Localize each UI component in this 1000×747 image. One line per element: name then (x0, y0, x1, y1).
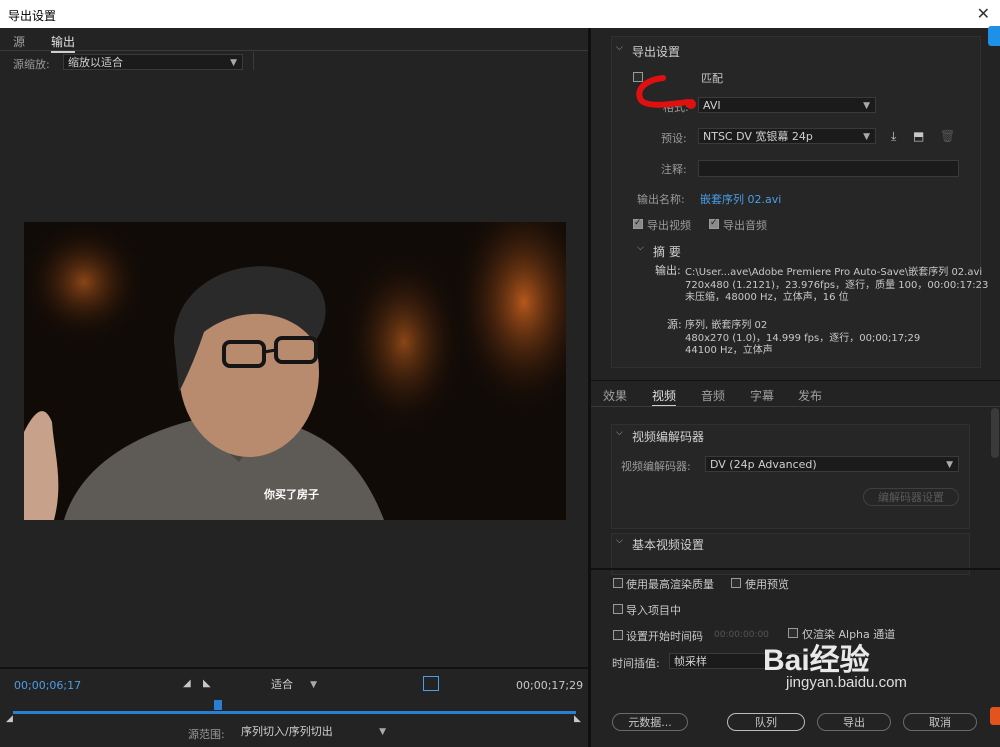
subtitle-text: 你买了房子 (264, 488, 319, 501)
tabs-top-border (591, 380, 1000, 381)
metadata-button[interactable]: 元数据... (612, 713, 688, 731)
out-marker-icon[interactable]: ◣ (574, 714, 581, 724)
start-timecode-value[interactable]: 00:00:00:00 (714, 630, 769, 640)
source-scale-label: 源缩放: (13, 58, 50, 71)
comment-input[interactable] (698, 160, 959, 177)
format-dropdown[interactable]: AVI ▼ (698, 97, 876, 113)
start-timecode-label: 设置开始时间码 (626, 630, 703, 643)
source-range-value: 序列切入/序列切出 (241, 725, 333, 738)
output-name-link[interactable]: 嵌套序列 02.avi (700, 191, 781, 207)
tab-captions[interactable]: 字幕 (750, 387, 774, 404)
side-badge-icon[interactable] (988, 26, 1000, 46)
window-title: 导出设置 (8, 9, 57, 23)
chevron-down-icon: ▼ (946, 460, 953, 470)
summary-title: 摘 要 (653, 245, 681, 259)
comment-label: 注释: (661, 163, 687, 176)
tab-source[interactable]: 源 (13, 33, 25, 50)
save-preset-icon[interactable]: ⤓ (891, 129, 896, 144)
tab-publish[interactable]: 发布 (798, 387, 822, 404)
export-audio-label: 导出音频 (723, 219, 767, 232)
export-settings-panel: ⌵ 导出设置 匹配 格式: AVI ▼ 预设: NTSC DV 宽银幕 24p … (591, 28, 1000, 747)
basic-chevron-icon[interactable]: ⌵ (616, 536, 623, 546)
chevron-down-icon: ▼ (310, 680, 317, 690)
codec-settings-button[interactable]: 编解码器设置 (863, 488, 959, 506)
chevron-down-icon: ▼ (863, 101, 870, 111)
preview-panel: 源 输出 源缩放: 缩放以适合 ▼ 你买了房子 00;00;06;17 ◢ ◣ … (0, 28, 588, 747)
queue-button[interactable]: 队列 (727, 713, 805, 731)
time-interpolation-label: 时间插值: (612, 657, 660, 670)
summary-chevron-icon[interactable]: ⌵ (637, 243, 644, 253)
bottom-border (591, 568, 1000, 570)
set-out-point-icon[interactable]: ◣ (203, 678, 211, 689)
tabs-bottom-border (591, 406, 1000, 407)
tab-effects[interactable]: 效果 (603, 387, 627, 404)
summary-source-label: 源: (667, 318, 682, 331)
export-button[interactable]: 导出 (817, 713, 891, 731)
import-preset-icon[interactable]: ⬒ (913, 129, 924, 143)
chevron-down-icon: ▼ (863, 132, 870, 142)
summary-output-label: 输出: (655, 264, 681, 277)
delete-preset-icon[interactable]: 🗑 (940, 129, 955, 143)
chevron-down-icon: ▼ (230, 58, 237, 68)
source-scale-value: 缩放以适合 (68, 56, 123, 69)
collapse-chevron-icon[interactable]: ⌵ (616, 43, 623, 53)
fit-value: 适合 (271, 678, 293, 691)
source-range-label: 源范围: (188, 728, 225, 741)
current-timecode[interactable]: 00;00;06;17 (14, 679, 81, 692)
video-preview: 你买了房子 (24, 222, 566, 520)
chevron-down-icon: ▼ (379, 727, 386, 737)
tab-audio[interactable]: 音频 (701, 387, 725, 404)
timeline-track[interactable] (13, 711, 576, 714)
playhead-icon[interactable] (214, 700, 222, 710)
codec-dropdown[interactable]: DV (24p Advanced) ▼ (705, 456, 959, 472)
preset-value: NTSC DV 宽银幕 24p (703, 130, 813, 143)
max-render-quality-label: 使用最高渲染质量 (626, 578, 714, 591)
tab-video[interactable]: 视频 (652, 387, 677, 407)
baidu-watermark-url: jingyan.baidu.com (786, 674, 907, 691)
use-previews-checkbox[interactable] (731, 578, 741, 588)
source-scale-dropdown[interactable]: 缩放以适合 ▼ (63, 54, 243, 70)
codec-value: DV (24p Advanced) (710, 458, 817, 471)
timeline-top-border (0, 667, 588, 669)
video-codec-title: 视频编解码器 (632, 430, 705, 444)
export-video-label: 导出视频 (647, 219, 691, 232)
cancel-button[interactable]: 取消 (903, 713, 977, 731)
start-timecode-checkbox[interactable] (613, 630, 623, 640)
set-in-point-icon[interactable]: ◢ (183, 678, 191, 689)
time-interpolation-value: 帧采样 (674, 655, 707, 668)
video-frame-image (24, 222, 566, 520)
red-annotation-mark (636, 75, 696, 109)
export-audio-checkbox[interactable] (709, 218, 719, 229)
source-range-dropdown[interactable]: 序列切入/序列切出 ▼ (236, 723, 392, 739)
use-previews-label: 使用预览 (745, 578, 789, 591)
export-video-checkbox[interactable] (633, 218, 643, 229)
settings-scrollbar[interactable] (991, 408, 999, 458)
preset-dropdown[interactable]: NTSC DV 宽银幕 24p ▼ (698, 128, 876, 144)
import-project-checkbox[interactable] (613, 604, 623, 614)
summary-output-line-3: 未压缩，48000 Hz，立体声，16 位 (685, 292, 849, 303)
import-project-label: 导入项目中 (626, 604, 681, 617)
fit-dropdown[interactable]: 适合 ▼ (266, 676, 323, 692)
max-render-quality-checkbox[interactable] (613, 578, 623, 588)
aspect-correction-icon[interactable] (423, 676, 439, 691)
match-sequence-label: 匹配 (701, 72, 723, 85)
format-value: AVI (703, 99, 721, 112)
basic-video-title: 基本视频设置 (632, 538, 705, 552)
window-titlebar: 导出设置 ✕ (0, 0, 1000, 28)
codec-label: 视频编解码器: (621, 460, 691, 473)
end-timecode: 00;00;17;29 (516, 679, 584, 692)
preset-label: 预设: (661, 132, 687, 145)
corner-badge-icon[interactable] (990, 707, 1000, 725)
summary-source-line-3: 44100 Hz，立体声 (685, 345, 773, 356)
export-settings-title: 导出设置 (632, 45, 681, 59)
codec-chevron-icon[interactable]: ⌵ (616, 428, 623, 438)
close-icon[interactable]: ✕ (977, 4, 990, 23)
tab-divider (0, 50, 588, 51)
in-marker-icon[interactable]: ◢ (6, 714, 13, 724)
toolbar-divider (253, 52, 254, 70)
baidu-watermark-logo: Bai经验 (763, 644, 870, 677)
output-name-label: 输出名称: (637, 193, 685, 206)
